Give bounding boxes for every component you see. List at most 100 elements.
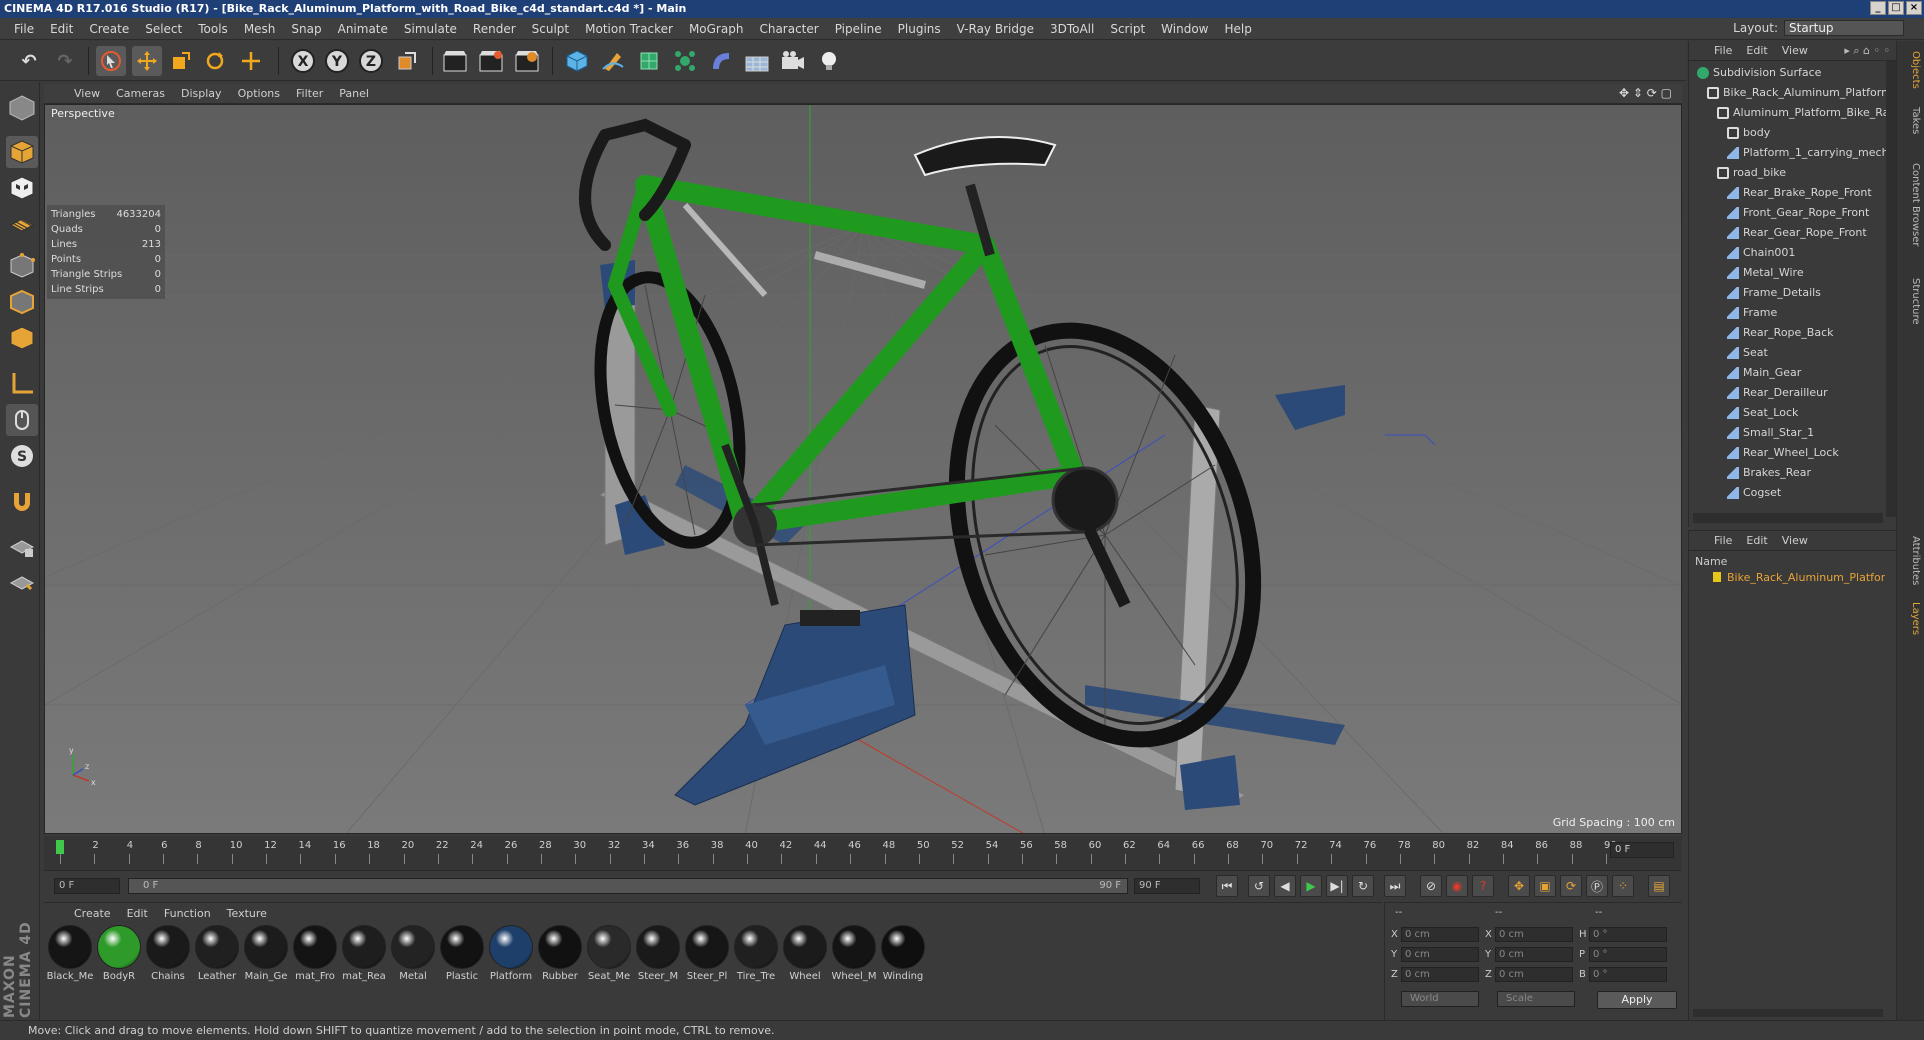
- close-button[interactable]: ×: [1906, 1, 1922, 15]
- solo-mode-icon[interactable]: S: [6, 440, 38, 472]
- key-rotation-icon[interactable]: ⟳: [1560, 875, 1582, 897]
- menu-simulate[interactable]: Simulate: [396, 22, 465, 36]
- position-y-field[interactable]: 0 cm: [1401, 947, 1479, 962]
- material-menu-texture[interactable]: Texture: [219, 907, 275, 920]
- previous-key-icon[interactable]: ↺: [1248, 875, 1270, 897]
- coordinate-space-dropdown[interactable]: World: [1401, 991, 1479, 1007]
- viewport-menu-cameras[interactable]: Cameras: [108, 87, 173, 100]
- material-item[interactable]: mat_Rea: [340, 925, 388, 982]
- material-item[interactable]: Plastic: [438, 925, 486, 982]
- next-frame-icon[interactable]: ▶|: [1326, 875, 1348, 897]
- start-frame-field[interactable]: 0 F: [54, 878, 120, 894]
- go-to-end-icon[interactable]: ⏭: [1384, 875, 1406, 897]
- move-tool-icon[interactable]: [132, 46, 162, 76]
- frame-range-slider[interactable]: 0 F 90 F: [128, 878, 1128, 894]
- coordinate-system-icon[interactable]: [392, 46, 422, 76]
- key-scale-icon[interactable]: ▣: [1534, 875, 1556, 897]
- playhead-marker[interactable]: [56, 840, 64, 854]
- viewport-navigation-icons[interactable]: ✥ ⇕ ⟳ ▢: [1619, 86, 1672, 100]
- menu-vray-bridge[interactable]: V-Ray Bridge: [949, 22, 1042, 36]
- cloner-icon[interactable]: [670, 46, 700, 76]
- rotation-p-field[interactable]: 0 °: [1589, 947, 1667, 962]
- size-x-field[interactable]: 0 cm: [1495, 927, 1573, 942]
- rotation-b-field[interactable]: 0 °: [1589, 967, 1667, 982]
- render-settings-icon[interactable]: [512, 46, 542, 76]
- planar-workplane-icon[interactable]: [6, 566, 38, 598]
- tab-takes[interactable]: Takes: [1901, 101, 1921, 141]
- position-z-field[interactable]: 0 cm: [1401, 967, 1479, 982]
- menu-create[interactable]: Create: [81, 22, 137, 36]
- object-tree-item[interactable]: Bike_Rack_Aluminum_Platform_w: [1707, 83, 1906, 103]
- go-to-start-icon[interactable]: ⏮: [1216, 875, 1238, 897]
- tab-attributes[interactable]: Attributes: [1901, 531, 1921, 591]
- viewport-menu-filter[interactable]: Filter: [288, 87, 331, 100]
- object-tree-item[interactable]: Rear_Derailleur: [1727, 383, 1828, 403]
- render-view-icon[interactable]: [440, 46, 470, 76]
- object-manager-hscrollbar[interactable]: [1693, 513, 1883, 523]
- apply-button[interactable]: Apply: [1597, 991, 1677, 1009]
- material-menu-function[interactable]: Function: [156, 907, 219, 920]
- menu-animate[interactable]: Animate: [330, 22, 396, 36]
- material-item[interactable]: Wheel: [781, 925, 829, 982]
- material-item[interactable]: Wheel_M: [830, 925, 878, 982]
- current-frame-field[interactable]: 0 F: [1610, 842, 1674, 858]
- menu-file[interactable]: File: [6, 22, 42, 36]
- viewport-menu-options[interactable]: Options: [230, 87, 288, 100]
- material-item[interactable]: Main_Ge: [242, 925, 290, 982]
- layer-manager-hscrollbar[interactable]: [1693, 1009, 1883, 1017]
- transform-mode-dropdown[interactable]: Scale: [1497, 991, 1575, 1007]
- menu-sculpt[interactable]: Sculpt: [524, 22, 577, 36]
- tab-layers[interactable]: Layers: [1901, 597, 1921, 641]
- object-tree-item[interactable]: Chain001: [1727, 243, 1795, 263]
- undo-icon[interactable]: ↶: [14, 46, 44, 76]
- rotate-tool-icon[interactable]: [200, 46, 230, 76]
- menu-mesh[interactable]: Mesh: [236, 22, 284, 36]
- layer-row[interactable]: Bike_Rack_Aluminum_Platform_with: [1695, 569, 1885, 585]
- keyframe-selection-icon[interactable]: ?: [1472, 875, 1494, 897]
- cube-primitive-icon[interactable]: [562, 46, 592, 76]
- maximize-button[interactable]: □: [1888, 1, 1904, 15]
- object-tree-item[interactable]: Rear_Brake_Rope_Front: [1727, 183, 1872, 203]
- menu-plugins[interactable]: Plugins: [890, 22, 949, 36]
- object-tree-item[interactable]: Frame_Details: [1727, 283, 1821, 303]
- camera-icon[interactable]: [778, 46, 808, 76]
- object-tree-item[interactable]: Main_Gear: [1727, 363, 1801, 383]
- pen-spline-icon[interactable]: [598, 46, 628, 76]
- menu-character[interactable]: Character: [751, 22, 826, 36]
- recent-tool-icon[interactable]: [236, 46, 266, 76]
- object-tree-item[interactable]: Seat_Lock: [1727, 403, 1798, 423]
- material-item[interactable]: Steer_M: [634, 925, 682, 982]
- polygons-mode-icon[interactable]: [6, 322, 38, 354]
- y-axis-lock-icon[interactable]: Y: [322, 46, 352, 76]
- end-frame-field[interactable]: 90 F: [1134, 878, 1200, 894]
- menu-select[interactable]: Select: [137, 22, 190, 36]
- tab-content-browser[interactable]: Content Browser: [1901, 145, 1921, 265]
- deformer-icon[interactable]: [706, 46, 736, 76]
- object-tree-item[interactable]: road_bike: [1717, 163, 1786, 183]
- object-tree-item[interactable]: Rear_Gear_Rope_Front: [1727, 223, 1867, 243]
- layer-color-swatch[interactable]: [1713, 572, 1721, 582]
- material-item[interactable]: Steer_Pl: [683, 925, 731, 982]
- material-item[interactable]: Platform: [487, 925, 535, 982]
- tab-structure[interactable]: Structure: [1901, 271, 1921, 331]
- material-item[interactable]: Winding: [879, 925, 927, 982]
- viewport-menu-display[interactable]: Display: [173, 87, 230, 100]
- viewport-menu-view[interactable]: View: [66, 87, 108, 100]
- light-icon[interactable]: [814, 46, 844, 76]
- object-tree-item[interactable]: Frame: [1727, 303, 1777, 323]
- edges-mode-icon[interactable]: [6, 286, 38, 318]
- workplane-icon[interactable]: [6, 208, 38, 240]
- menu-edit[interactable]: Edit: [42, 22, 81, 36]
- object-manager-tools-icons[interactable]: ▸ ⌕ ⌂ ◦ ◦: [1844, 44, 1890, 58]
- object-menu-edit[interactable]: Edit: [1739, 44, 1774, 57]
- previous-frame-icon[interactable]: ◀: [1274, 875, 1296, 897]
- layer-menu-edit[interactable]: Edit: [1739, 534, 1774, 547]
- object-tree-item[interactable]: Cogset: [1727, 483, 1781, 503]
- menu-pipeline[interactable]: Pipeline: [827, 22, 890, 36]
- material-item[interactable]: mat_Fro: [291, 925, 339, 982]
- material-item[interactable]: Black_Me: [46, 925, 94, 982]
- menu-snap[interactable]: Snap: [283, 22, 329, 36]
- make-editable-icon[interactable]: [6, 92, 38, 124]
- material-item[interactable]: BodyR: [95, 925, 143, 982]
- object-tree-item[interactable]: Rear_Wheel_Lock: [1727, 443, 1839, 463]
